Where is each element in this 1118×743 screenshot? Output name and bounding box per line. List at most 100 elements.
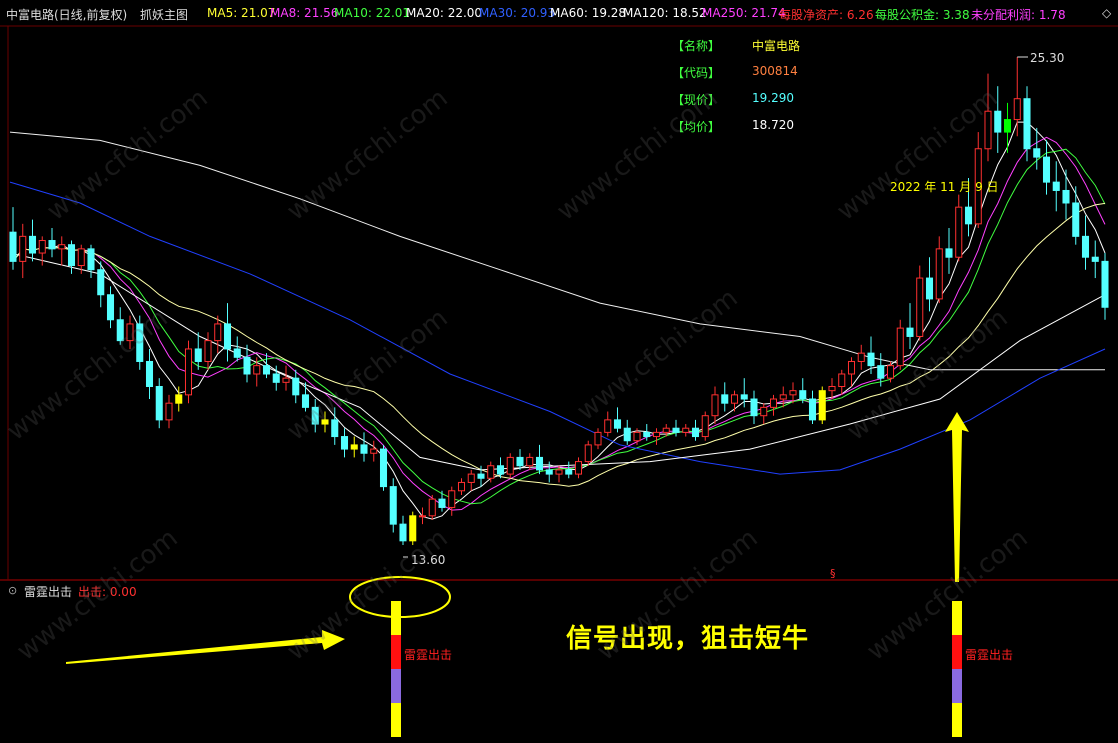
info-avg-value: 18.720 [752, 118, 794, 132]
candle-body [1072, 202, 1080, 237]
ma10-line [12, 148, 1106, 505]
candle-body [77, 248, 85, 267]
candle-body [38, 240, 46, 254]
candle-body [340, 436, 349, 450]
sub-panel-value: 出击: 0.00 [78, 585, 137, 599]
candle-body [360, 444, 368, 454]
candle-body [370, 448, 378, 454]
candle-body [1042, 156, 1051, 183]
signal-label-left: 雷霆出击 [404, 648, 453, 662]
candle-body [389, 486, 397, 525]
candle-body [526, 456, 534, 467]
candle-body [623, 427, 631, 442]
ma30-line [9, 181, 1106, 475]
candle-body [574, 461, 583, 475]
candle-body [399, 523, 407, 542]
candle-body [584, 444, 592, 463]
candle-body [1033, 148, 1041, 158]
candle-body [253, 365, 261, 375]
candle-body [565, 469, 573, 475]
candle-body [701, 415, 709, 438]
candle-body [945, 248, 953, 258]
candle-body [964, 206, 973, 225]
candle-body [916, 277, 924, 337]
candle-body [808, 398, 817, 421]
candle-body [438, 498, 446, 508]
signal-bar-left-yellow-bottom [391, 703, 401, 737]
candle-body [194, 348, 202, 362]
candle-body [1062, 189, 1070, 204]
low-price-label: 13.60 [411, 553, 446, 567]
candle-body [857, 352, 865, 362]
candle-body [448, 490, 456, 508]
sub-panel-title[interactable]: 雷霆出击 [24, 583, 72, 600]
candle-body [97, 269, 105, 296]
candle-body [233, 348, 241, 358]
candle-body [87, 248, 95, 271]
candle-body [155, 386, 163, 421]
candle-body [672, 427, 680, 433]
info-name-label: 【名称】 [672, 39, 721, 53]
section-mark: § [830, 567, 836, 580]
candle-body [243, 356, 251, 375]
candle-body [652, 431, 661, 438]
arrow-to-signal [66, 630, 345, 664]
candle-body [331, 419, 339, 438]
candle-body [984, 110, 992, 150]
candle-body [175, 394, 183, 404]
candle-body [828, 386, 836, 392]
candle-body [262, 365, 271, 375]
candle-body [106, 294, 115, 321]
candle-body [789, 390, 797, 396]
candle-body [818, 390, 826, 421]
signal-label-right: 雷霆出击 [965, 648, 1014, 662]
candle-body [467, 473, 475, 483]
main-chart [0, 25, 1118, 737]
candle-body [516, 456, 524, 467]
candle-body [116, 319, 124, 342]
date-annotation: 2022 年 11 月 9 日 [890, 180, 999, 194]
candle-body [867, 352, 875, 367]
candle-body [496, 465, 505, 475]
candle-body [886, 365, 895, 379]
candle-body [48, 240, 56, 250]
candle-body [272, 373, 280, 383]
slogan-text: 信号出现，狙击短牛 [566, 624, 810, 654]
chart-window: 中富电路(日线,前复权) 抓妖主图 MA5: 21.07 MA8: 21.56 … [0, 0, 1118, 743]
candle-body [19, 235, 27, 262]
candle-body [955, 206, 963, 258]
candle-body [292, 377, 300, 396]
candle-body [379, 448, 388, 488]
candle-body [301, 394, 310, 408]
candle-body [1101, 260, 1109, 308]
arrow-up-signal [945, 412, 969, 582]
info-price-label: 【现价】 [672, 93, 721, 107]
candle-body [9, 231, 17, 262]
signal-bar-right-yellow-top [952, 601, 962, 635]
candle-body [799, 390, 807, 400]
candle-body [535, 456, 544, 471]
candle-body [847, 360, 856, 375]
candle-body [877, 365, 885, 379]
candle-body [730, 394, 739, 404]
candle-body [58, 244, 66, 250]
candle-body [613, 419, 622, 429]
candle-body [165, 402, 173, 421]
candle-body [223, 323, 232, 350]
candle-body [214, 323, 222, 342]
candle-body [691, 427, 700, 438]
candle-body [28, 235, 37, 254]
candle-body [604, 419, 612, 433]
candle-body [311, 406, 319, 425]
candle-body [1023, 98, 1031, 150]
candle-body [740, 394, 748, 400]
high-price-label: 25.30 [1030, 51, 1065, 65]
info-code-value: 300814 [752, 64, 798, 78]
candle-body [1003, 119, 1012, 133]
signal-overlays [66, 56, 1028, 737]
collapse-icon[interactable]: ⊙ [8, 584, 17, 597]
info-name-value: 中富电路 [752, 39, 801, 53]
ma20-line [12, 202, 1106, 487]
candle-body [769, 398, 778, 408]
candle-body [67, 244, 76, 267]
